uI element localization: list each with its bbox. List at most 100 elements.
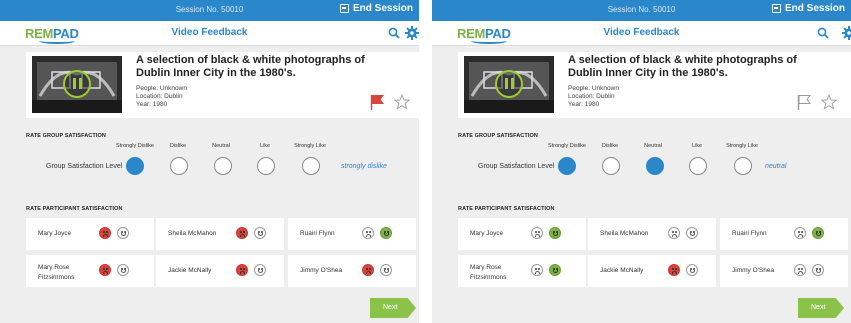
meta-year: Year: 1980 [136,101,168,108]
participant-card: Sheila McMahon [588,218,716,250]
app-screen-right: Session No. 50010 End Session REMPAD Vid… [432,0,851,323]
gear-icon[interactable] [842,26,851,40]
participant-card: Mary Joyce [26,218,154,250]
participant-card: Jimmy O'Shea [288,255,416,287]
sad-face-icon[interactable] [236,227,248,239]
flag-icon[interactable] [797,94,811,110]
happy-face-icon[interactable] [686,264,698,276]
rating-radio[interactable] [602,157,620,175]
participant-name: Mary Joyce [470,230,504,237]
rating-radio[interactable] [170,157,188,175]
participant-heading: RATE PARTICIPANT SATISFACTION [26,206,123,212]
happy-face-icon[interactable] [549,264,561,276]
happy-face-icon[interactable] [812,264,824,276]
scale-label: Strongly Like [294,143,326,149]
happy-face-icon[interactable] [254,227,266,239]
meta-people: People: Unknown [136,85,187,92]
happy-face-icon[interactable] [686,227,698,239]
group-rating-result: strongly dislike [341,163,387,170]
gear-icon[interactable] [405,26,419,40]
next-button[interactable]: Next [370,298,416,318]
rating-radio[interactable] [126,157,144,175]
top-bar: Session No. 50010 End Session [432,0,851,21]
happy-face-icon[interactable] [549,227,561,239]
participant-heading: RATE PARTICIPANT SATISFACTION [458,206,555,212]
meta-people: People: Unknown [568,85,619,92]
participant-name: Ruairi Flynn [732,230,767,237]
happy-face-icon[interactable] [117,227,129,239]
rating-radio[interactable] [302,157,320,175]
search-icon[interactable] [817,27,829,39]
top-bar: Session No. 50010 End Session [0,0,419,21]
participant-name: Jimmy O'Shea [732,267,775,274]
rating-radio[interactable] [689,157,707,175]
happy-face-icon[interactable] [812,227,824,239]
participant-card: Jackie McNally [156,255,284,287]
video-thumbnail[interactable] [464,56,554,113]
video-title: A selection of black & white photographs… [136,54,365,79]
sad-face-icon[interactable] [794,264,806,276]
star-icon[interactable] [394,94,410,110]
participant-name: Jackie McNally [600,267,644,274]
rating-radio[interactable] [734,157,752,175]
sad-face-icon[interactable] [362,264,374,276]
sad-face-icon[interactable] [99,227,111,239]
happy-face-icon[interactable] [380,264,392,276]
exit-icon [339,4,349,13]
rating-radio[interactable] [646,157,664,175]
group-heading: RATE GROUP SATISFACTION [458,133,538,139]
rating-radio[interactable] [257,157,275,175]
video-card: A selection of black & white photographs… [458,52,851,118]
meta-year: Year: 1980 [568,101,600,108]
pause-icon[interactable] [63,70,91,98]
app-screen-left: Session No. 50010 End Session REMPAD Vid… [0,0,419,323]
participant-card: Jackie McNally [588,255,716,287]
logo-swoosh [39,38,75,44]
participant-name: Mary Rose Fitzsimmons [38,264,75,281]
meta-location: Location: Dublin [568,93,615,100]
pause-icon[interactable] [495,70,523,98]
participant-grid: Mary Joyce Sheila McMahon Ruairi Flynn M… [458,218,851,288]
sad-face-icon[interactable] [668,264,680,276]
page-title: Video Feedback [171,27,248,38]
group-heading: RATE GROUP SATISFACTION [26,133,106,139]
sad-face-icon[interactable] [531,227,543,239]
video-title: A selection of black & white photographs… [568,54,797,79]
exit-icon [771,4,781,13]
next-button[interactable]: Next [798,298,844,318]
sad-face-icon[interactable] [362,227,374,239]
rating-radio[interactable] [214,157,232,175]
participant-name: Mary Joyce [38,230,72,237]
end-session-button[interactable]: End Session [339,3,413,14]
end-session-label: End Session [352,3,413,14]
participant-card: Sheila McMahon [156,218,284,250]
scale-label: Strongly Like [726,143,758,149]
search-icon[interactable] [388,27,400,39]
sad-face-icon[interactable] [531,264,543,276]
app-header: REMPAD Video Feedback [432,21,851,46]
sad-face-icon[interactable] [236,264,248,276]
participant-grid: Mary Joyce Sheila McMahon Ruairi Flynn M… [26,218,419,288]
app-header: REMPAD Video Feedback [0,21,419,46]
flag-icon[interactable] [370,94,384,110]
logo-swoosh [471,38,507,44]
participant-name: Sheila McMahon [168,230,217,237]
participant-card: Mary Joyce [458,218,586,250]
participant-name: Jimmy O'Shea [300,267,343,274]
happy-face-icon[interactable] [380,227,392,239]
participant-card: Mary Rose Fitzsimmons [458,255,586,287]
page-title: Video Feedback [603,27,680,38]
happy-face-icon[interactable] [254,264,266,276]
sad-face-icon[interactable] [99,264,111,276]
rating-radio[interactable] [558,157,576,175]
participant-name: Jackie McNally [168,267,212,274]
participant-card: Jimmy O'Shea [720,255,848,287]
star-icon[interactable] [821,94,837,110]
participant-name: Ruairi Flynn [300,230,335,237]
sad-face-icon[interactable] [794,227,806,239]
video-thumbnail[interactable] [32,56,122,113]
end-session-button[interactable]: End Session [771,3,845,14]
sad-face-icon[interactable] [668,227,680,239]
happy-face-icon[interactable] [117,264,129,276]
video-card: A selection of black & white photographs… [26,52,419,118]
